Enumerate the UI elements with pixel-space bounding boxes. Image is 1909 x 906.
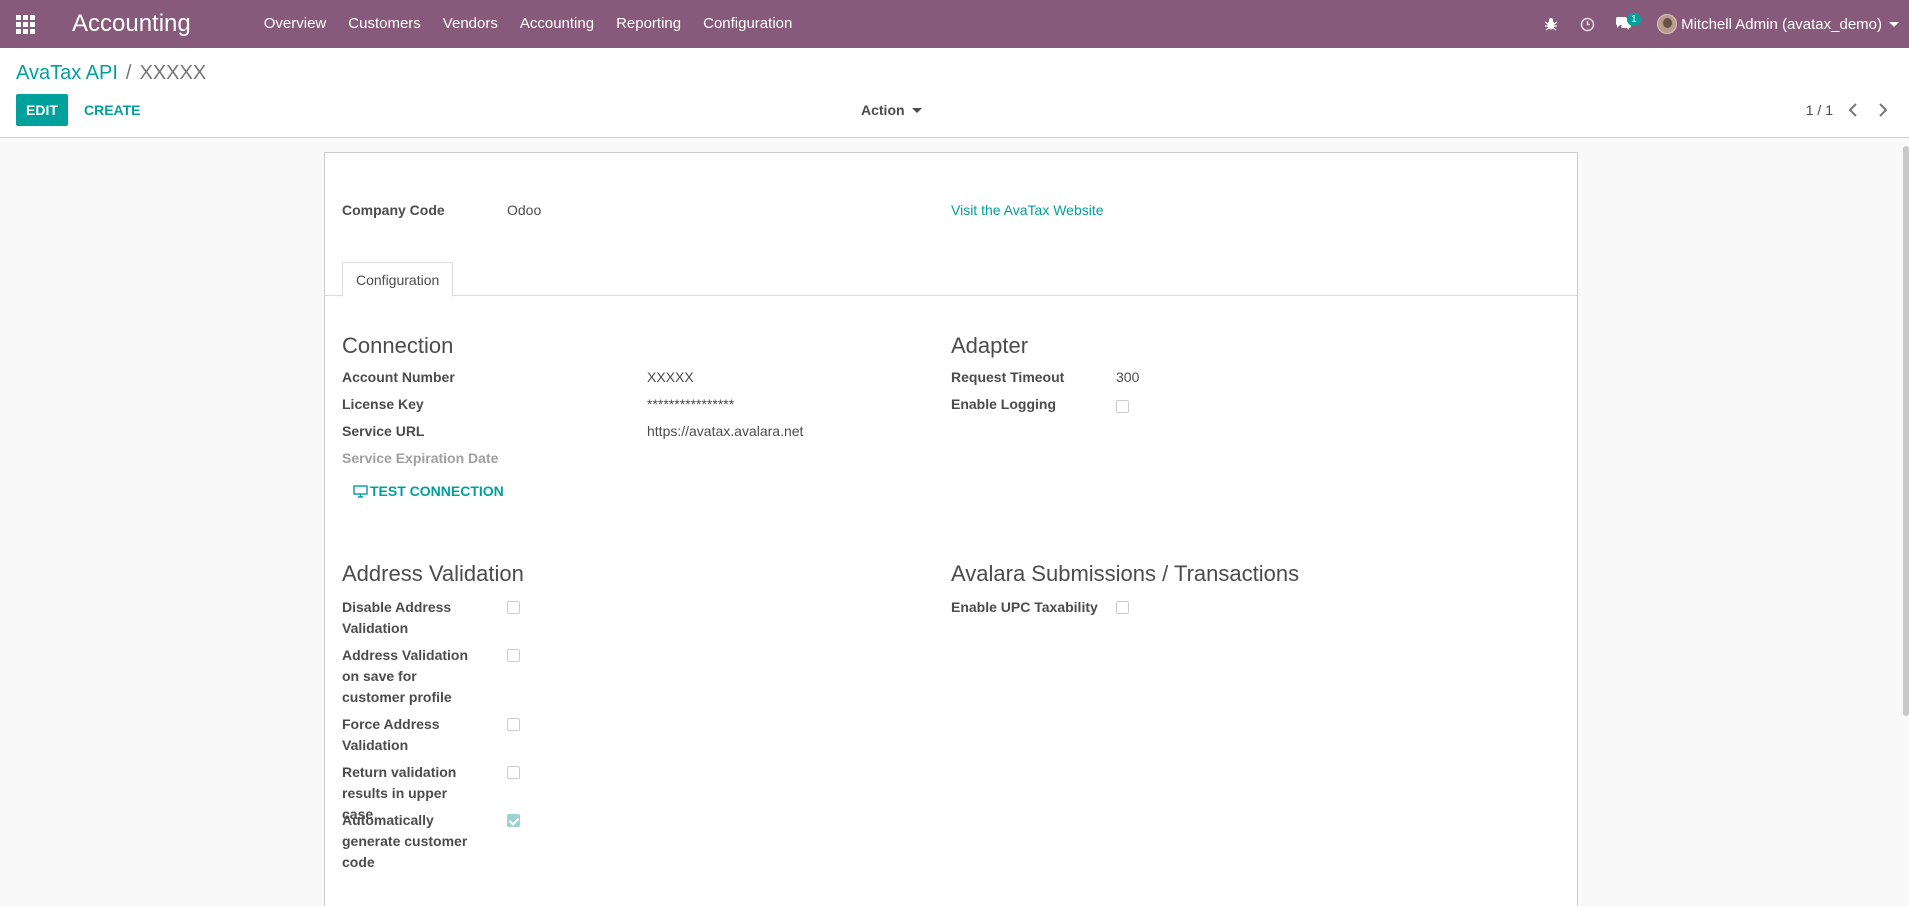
edit-button[interactable]: EDIT (16, 94, 68, 126)
user-menu[interactable]: Mitchell Admin (avatax_demo) (1641, 14, 1909, 34)
activity-clock-icon[interactable] (1569, 0, 1605, 48)
test-connection-button[interactable]: TEST CONNECTION (353, 483, 504, 499)
create-button[interactable]: CREATE (76, 94, 149, 126)
message-count-badge: 1 (1627, 13, 1641, 26)
avatar (1657, 14, 1678, 34)
address-validation-on-save-label: Address Validation on save for customer … (342, 647, 469, 705)
app-title[interactable]: Accounting (72, 10, 191, 38)
chevron-down-icon (911, 107, 922, 113)
account-number-label: Account Number (342, 369, 455, 385)
license-key-label: License Key (342, 396, 424, 412)
enable-logging-checkbox[interactable] (1116, 400, 1129, 413)
tab-configuration[interactable]: Configuration (342, 262, 454, 297)
breadcrumb: AvaTax API / XXXXX (16, 62, 206, 85)
avatax-website-link[interactable]: Visit the AvaTax Website (951, 200, 1104, 221)
menu-item-accounting[interactable]: Accounting (509, 0, 605, 48)
systray: 1 Mitchell Admin (avatax_demo) (1533, 0, 1909, 48)
address-validation-section-title: Address Validation (342, 561, 524, 586)
monitor-icon (353, 484, 368, 498)
pager-value[interactable]: 1 / 1 (1806, 94, 1833, 126)
messages-icon[interactable]: 1 (1605, 0, 1641, 48)
debug-bug-icon[interactable] (1533, 0, 1569, 48)
submissions-section-title: Avalara Submissions / Transactions (951, 561, 1300, 586)
notebook-tabs: Configuration (325, 262, 1577, 297)
pager-previous-button[interactable] (1839, 94, 1867, 126)
menu-item-overview[interactable]: Overview (253, 0, 338, 48)
disable-address-validation-label: Disable Address Validation (342, 599, 452, 636)
chevron-right-icon (1879, 103, 1888, 117)
company-code-value: Odoo (507, 202, 542, 218)
menu-item-customers[interactable]: Customers (337, 0, 432, 48)
control-panel: AvaTax API / XXXXX EDIT CREATE Action 1 … (0, 48, 1909, 138)
page-scrollbar[interactable] (1903, 146, 1909, 716)
main-menu: Overview Customers Vendors Accounting Re… (253, 0, 804, 48)
account-number-value: XXXXX (647, 369, 694, 385)
adapter-section-title: Adapter (951, 333, 1029, 358)
address-validation-on-save-checkbox[interactable] (507, 649, 520, 662)
breadcrumb-separator: / (125, 62, 132, 84)
form-sheet: Company Code Odoo Visit the AvaTax Websi… (324, 152, 1578, 906)
enable-upc-taxability-label: Enable UPC Taxability (951, 599, 1098, 615)
action-dropdown[interactable]: Action (861, 94, 922, 126)
apps-menu-icon[interactable] (0, 0, 50, 48)
request-timeout-label: Request Timeout (951, 369, 1065, 385)
breadcrumb-current: XXXXX (139, 62, 207, 84)
menu-item-vendors[interactable]: Vendors (432, 0, 509, 48)
connection-section-title: Connection (342, 333, 454, 358)
chevron-down-icon (1889, 21, 1899, 27)
user-name: Mitchell Admin (avatax_demo) (1681, 15, 1882, 33)
action-label: Action (861, 102, 905, 118)
generate-customer-code-label: Automatically generate customer code (342, 812, 468, 870)
force-address-validation-checkbox[interactable] (507, 718, 520, 731)
license-key-value: **************** (647, 396, 735, 412)
service-expiration-label: Service Expiration Date (342, 450, 499, 466)
test-connection-label: TEST CONNECTION (370, 483, 504, 499)
enable-logging-label: Enable Logging (951, 396, 1056, 412)
force-address-validation-label: Force Address Validation (342, 716, 440, 753)
service-url-label: Service URL (342, 423, 425, 439)
menu-item-configuration[interactable]: Configuration (692, 0, 803, 48)
pager-next-button[interactable] (1869, 94, 1897, 126)
generate-customer-code-checkbox[interactable] (507, 814, 520, 827)
breadcrumb-parent-link[interactable]: AvaTax API (16, 62, 118, 85)
company-code-label: Company Code (342, 202, 445, 218)
menu-item-reporting[interactable]: Reporting (605, 0, 692, 48)
top-navbar: Accounting Overview Customers Vendors Ac… (0, 0, 1909, 48)
enable-upc-taxability-checkbox[interactable] (1116, 601, 1129, 614)
request-timeout-value: 300 (1116, 369, 1140, 385)
disable-address-validation-checkbox[interactable] (507, 601, 520, 614)
service-url-value: https://avatax.avalara.net (647, 423, 804, 439)
upper-case-results-checkbox[interactable] (507, 766, 520, 779)
chevron-left-icon (1848, 103, 1857, 117)
